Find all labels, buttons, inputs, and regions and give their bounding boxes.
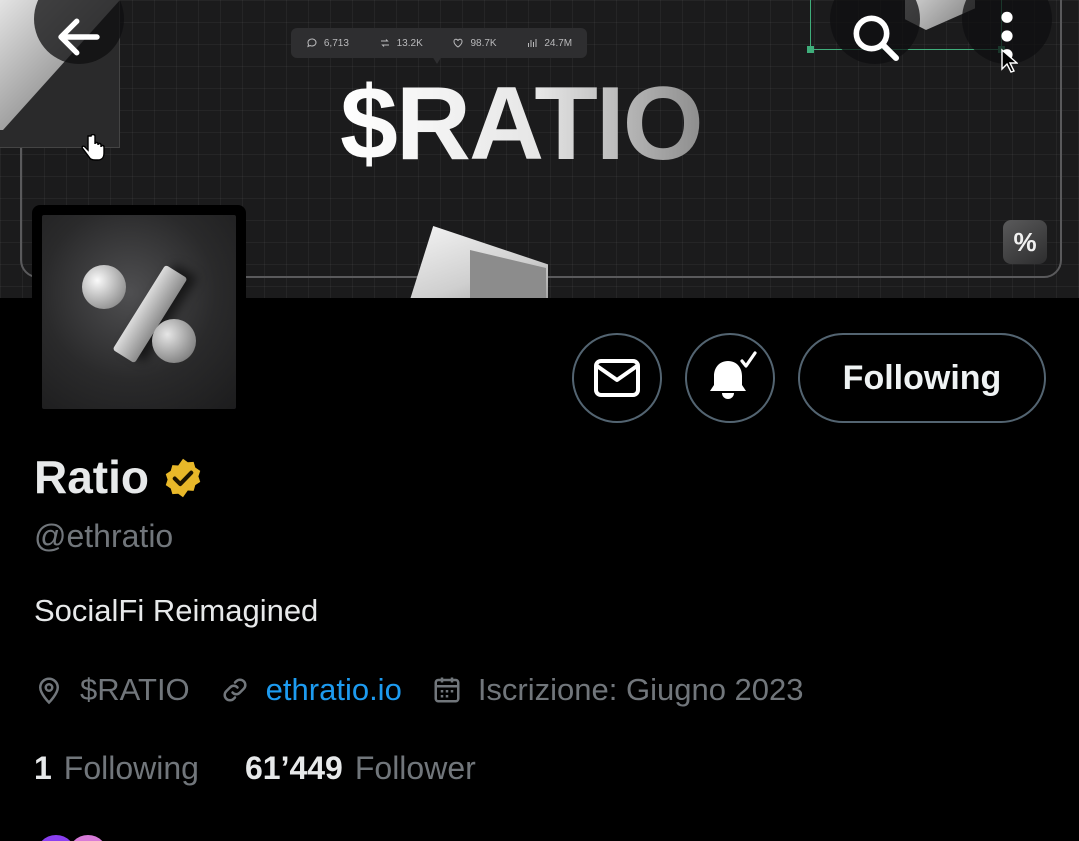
following-count-link[interactable]: 1 Following <box>34 750 199 787</box>
name-row: Ratio <box>34 450 205 504</box>
avatar-percent-dot-bottom <box>152 319 196 363</box>
location-pin-icon <box>38 677 60 705</box>
reply-icon <box>307 38 317 48</box>
profile-handle: @ethratio <box>34 518 174 554</box>
meta-joined: Iscrizione: Giugno 2023 <box>432 672 804 708</box>
website-link[interactable]: ethratio.io <box>266 672 402 708</box>
banner-title: $RATIO <box>340 66 704 182</box>
meta-website[interactable]: ethratio.io <box>220 672 402 708</box>
profile-meta: $RATIO ethratio.io Iscrizione: Giugno 20… <box>34 672 834 708</box>
arrow-cursor-icon <box>1001 48 1018 73</box>
hand-cursor-icon <box>81 134 105 161</box>
followers-count: 61’449 <box>244 750 343 786</box>
avatar-image <box>42 215 236 409</box>
avatar <box>66 833 110 841</box>
stat-replies: 6,713 <box>306 37 349 49</box>
location-text: $RATIO <box>80 672 190 707</box>
profile-avatar[interactable] <box>32 205 246 419</box>
joined-text: Iscrizione: Giugno 2023 <box>477 672 804 707</box>
banner-logo: % <box>1003 220 1047 264</box>
following-button[interactable]: Following <box>798 333 1046 423</box>
repost-icon <box>380 39 389 47</box>
bell-check-icon <box>710 351 757 399</box>
follow-counts: 1 Following 61’449 Follower <box>34 750 522 787</box>
followers-count-label: Follower <box>354 750 476 786</box>
meta-location: $RATIO <box>34 672 190 708</box>
heart-icon <box>453 38 463 48</box>
profile-bio: SocialFi Reimagined <box>34 593 319 628</box>
stat-views-value: 24.7M <box>544 37 573 49</box>
views-icon <box>528 39 537 47</box>
stat-likes: 98.7K <box>452 37 497 49</box>
stat-likes-value: 98.7K <box>470 37 497 49</box>
display-name: Ratio <box>34 451 149 503</box>
stat-reposts-value: 13.2K <box>396 37 423 49</box>
link-icon <box>223 678 247 702</box>
avatar-percent-dot-top <box>82 265 126 309</box>
arrow-left-icon <box>58 18 100 56</box>
followed-by-avatars[interactable] <box>34 833 110 841</box>
banner-stats-pill: 6,713 13.2K 98.7K 24.7M <box>291 28 587 58</box>
verified-badge-icon[interactable] <box>161 456 205 500</box>
following-count: 1 <box>34 750 52 786</box>
followers-count-link[interactable]: 61’449 Follower <box>245 750 476 787</box>
message-button[interactable] <box>572 333 662 423</box>
following-count-label: Following <box>63 750 199 786</box>
calendar-icon <box>434 677 460 703</box>
stat-replies-value: 6,713 <box>323 37 349 49</box>
notifications-button[interactable] <box>685 333 775 423</box>
envelope-icon <box>594 359 640 397</box>
stat-reposts: 13.2K <box>379 37 423 49</box>
stat-views: 24.7M <box>526 37 572 49</box>
search-icon <box>853 15 900 62</box>
